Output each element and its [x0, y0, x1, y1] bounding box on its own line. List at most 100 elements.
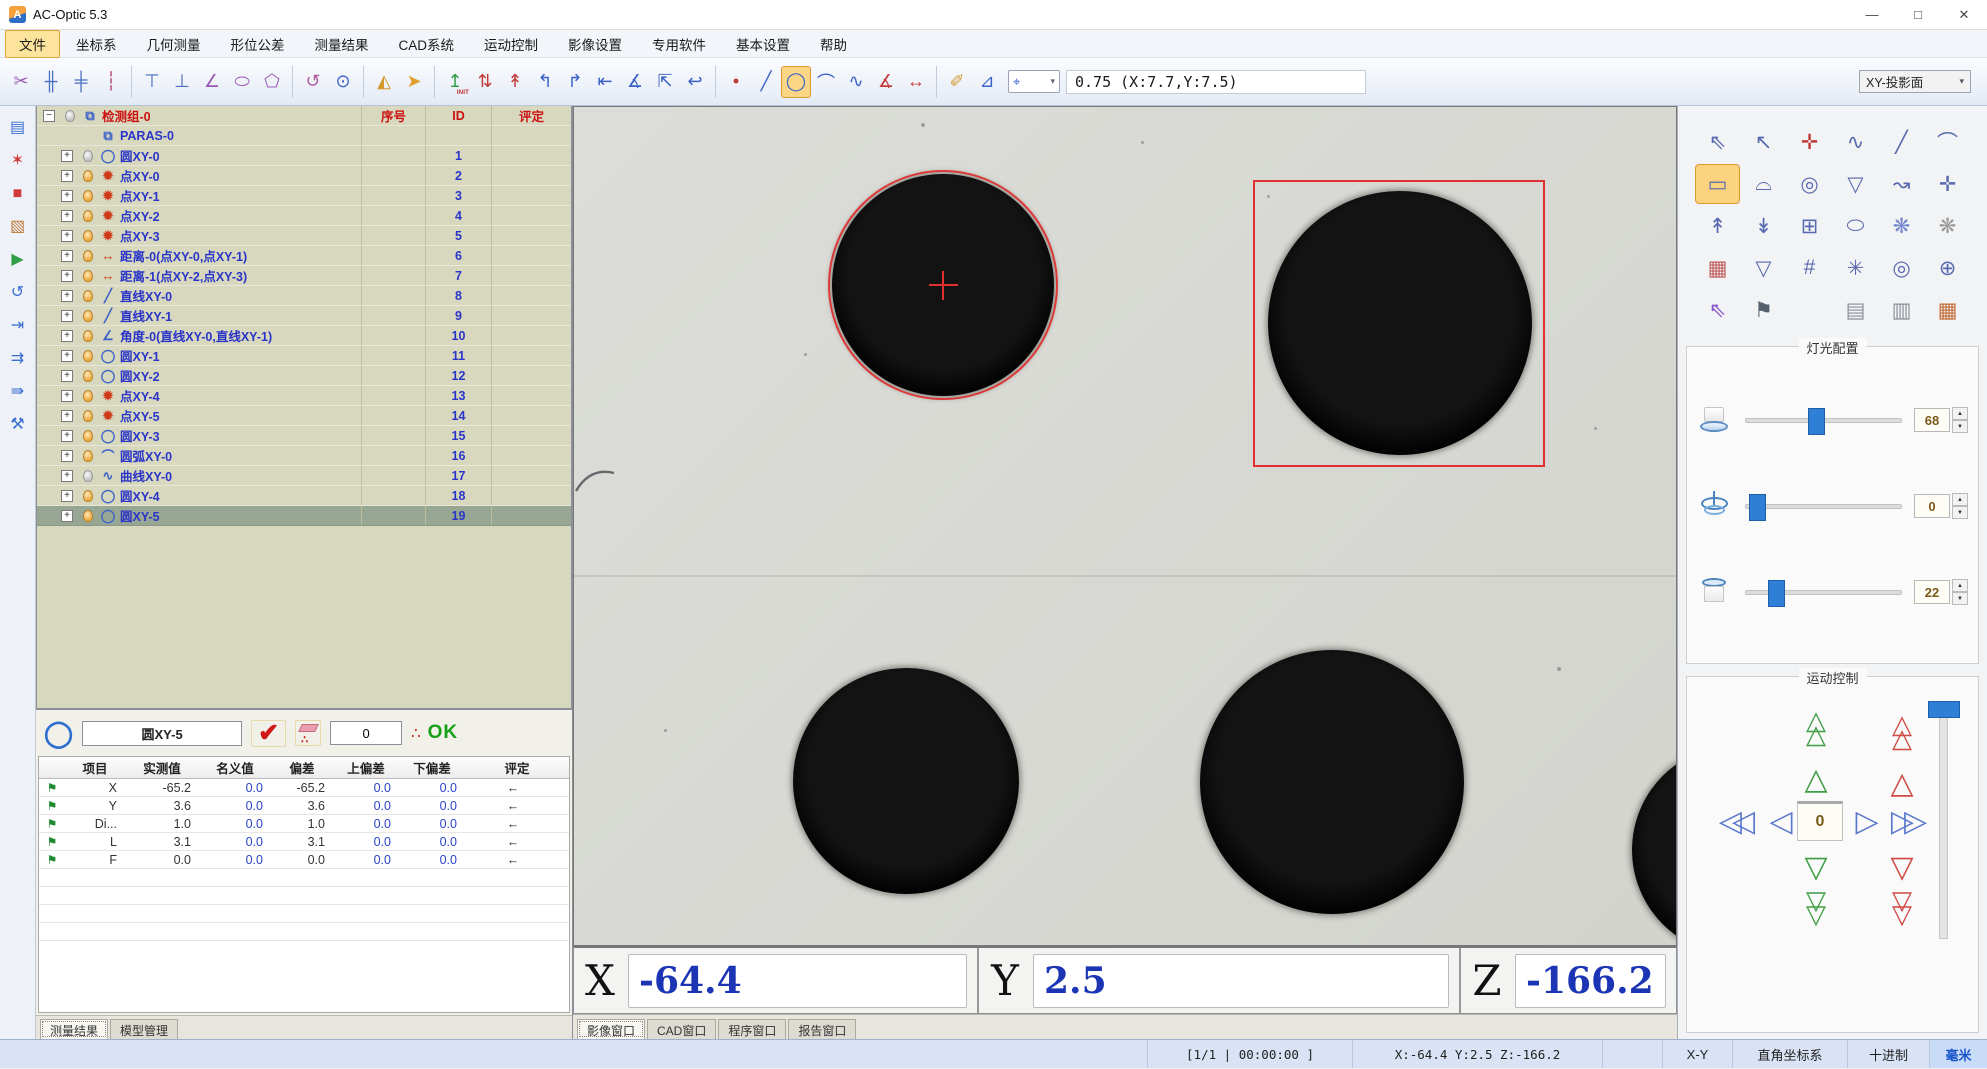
menu-item-2[interactable]: 几何测量 [133, 30, 215, 58]
coaxial-light-value[interactable]: 22 [1914, 580, 1950, 604]
jog-x-right-button[interactable]: ▷ [1849, 807, 1885, 837]
curve-point-icon[interactable]: ∿ [1833, 122, 1878, 162]
visibility-bulb-icon[interactable] [83, 410, 93, 422]
coaxial-light-slider[interactable] [1745, 590, 1902, 595]
roi-rect-icon[interactable]: ▭ [1695, 164, 1740, 204]
tab-2-程序窗口[interactable]: 程序窗口 [718, 1019, 786, 1039]
return-move-icon[interactable]: ↩ [680, 66, 710, 98]
expand-icon[interactable]: + [61, 270, 73, 282]
ellipse-axes-icon[interactable]: ⬭ [1833, 206, 1878, 246]
tree-row-直线XY-1[interactable]: + ╱ 直线XY-1 9 [37, 306, 571, 326]
visibility-bulb-icon[interactable] [83, 330, 93, 342]
construct-polygon-icon[interactable]: ⬠ [257, 66, 287, 98]
grid-hash-icon[interactable]: # [1787, 248, 1832, 288]
menu-item-0[interactable]: 文件 [5, 30, 60, 58]
jog-z-down-button[interactable]: ▽ [1879, 853, 1925, 883]
level-icon[interactable]: ◭ [369, 66, 399, 98]
close-button[interactable]: ✕ [1941, 0, 1987, 29]
target-icon[interactable]: ✶ [11, 153, 24, 169]
tree-row-点XY-0[interactable]: + ✹ 点XY-0 2 [37, 166, 571, 186]
tree-row-圆XY-2[interactable]: + ◯ 圆XY-2 12 [37, 366, 571, 386]
tree-row-距离-1(点XY-2,点XY-3)[interactable]: + ↔ 距离-1(点XY-2,点XY-3) 7 [37, 266, 571, 286]
ok-button[interactable]: OK [428, 722, 459, 744]
expand-icon[interactable]: + [61, 330, 73, 342]
cone2-icon[interactable]: ▽ [1741, 248, 1786, 288]
palette-icon[interactable]: ▧ [10, 219, 25, 235]
circle-tool-icon[interactable]: ◯ [781, 66, 811, 98]
projection-select[interactable]: XY-投影面 ▾ [1859, 70, 1971, 93]
visibility-bulb-icon[interactable] [83, 510, 93, 522]
tree-row-圆XY-1[interactable]: + ◯ 圆XY-1 11 [37, 346, 571, 366]
dashed-axis-icon[interactable]: ┆ [96, 66, 126, 98]
cluster-grey-icon[interactable]: ❋ [1925, 206, 1970, 246]
result-table-row[interactable]: ⚑ Y 3.6 0.0 3.6 0.0 0.0 ← [39, 797, 569, 815]
minimize-button[interactable]: — [1849, 0, 1895, 29]
circle-target-icon[interactable]: ◎ [1787, 164, 1832, 204]
jog-y-up-fast-button[interactable]: △△ [1793, 713, 1839, 742]
expand-icon[interactable]: + [61, 470, 73, 482]
tree-row-圆XY-4[interactable]: + ◯ 圆XY-4 18 [37, 486, 571, 506]
tree-row-圆XY-0[interactable]: + ◯ 圆XY-0 1 [37, 146, 571, 166]
jog-z-up-button[interactable]: △ [1879, 769, 1925, 799]
distance-tool-icon[interactable]: ↔ [901, 66, 931, 98]
step-out-icon[interactable]: ⇛ [11, 384, 24, 400]
tree-row-距离-0(点XY-0,点XY-1)[interactable]: + ↔ 距离-0(点XY-0,点XY-1) 6 [37, 246, 571, 266]
plane-3d-icon[interactable]: ⊿ [972, 66, 1002, 98]
lens-combo[interactable]: ⌖ ▾ [1008, 70, 1060, 93]
visibility-bulb-icon[interactable] [83, 170, 93, 182]
tree-row-点XY-3[interactable]: + ✹ 点XY-3 5 [37, 226, 571, 246]
construct-ellipse-icon[interactable]: ⬭ [227, 66, 257, 98]
speed-slider-track[interactable] [1939, 707, 1948, 939]
expand-icon[interactable]: + [61, 490, 73, 502]
expand-icon[interactable]: + [61, 350, 73, 362]
report-search-icon[interactable]: ▤ [1833, 290, 1878, 330]
confirm-button[interactable]: ✔ [251, 720, 286, 747]
tree-row-圆XY-5[interactable]: + ◯ 圆XY-5 19 [37, 506, 571, 526]
expand-icon[interactable]: + [61, 450, 73, 462]
arc-tool-icon[interactable]: ⌒ [811, 66, 841, 98]
expand-icon[interactable]: + [61, 290, 73, 302]
tab-1-模型管理[interactable]: 模型管理 [110, 1019, 178, 1039]
visibility-bulb-icon[interactable] [83, 150, 93, 162]
expand-icon[interactable]: + [61, 190, 73, 202]
tree-row-角度-0(直线XY-0,直线XY-1)[interactable]: + ∠ 角度-0(直线XY-0,直线XY-1) 10 [37, 326, 571, 346]
arc-sweep-icon[interactable]: ⌓ [1741, 164, 1786, 204]
line-tool-icon[interactable]: ╱ [751, 66, 781, 98]
goto-z-icon[interactable]: ⇅ [470, 66, 500, 98]
line-point-icon[interactable]: ╱ [1879, 122, 1924, 162]
tree-row-点XY-4[interactable]: + ✹ 点XY-4 13 [37, 386, 571, 406]
cross-move-icon[interactable]: ✛ [1925, 164, 1970, 204]
report-ruler-icon[interactable]: ▥ [1879, 290, 1924, 330]
maximize-button[interactable]: □ [1895, 0, 1941, 29]
result-table-row[interactable]: ⚑ F 0.0 0.0 0.0 0.0 0.0 ← [39, 851, 569, 869]
curve-tool-icon[interactable]: ∿ [841, 66, 871, 98]
snap-point-icon[interactable]: ✛ [1787, 122, 1832, 162]
circle-plus-icon[interactable]: ⊕ [1925, 248, 1970, 288]
menu-item-4[interactable]: 测量结果 [301, 30, 383, 58]
jog-x-left-button[interactable]: ◁ [1763, 807, 1799, 837]
cone-down-icon[interactable]: ▽ [1833, 164, 1878, 204]
goto-up-icon[interactable]: ↟ [500, 66, 530, 98]
goto-angle-icon[interactable]: ∡ [620, 66, 650, 98]
arc-point-icon[interactable]: ⌒ [1925, 122, 1970, 162]
construct-drop-icon[interactable]: ⊥ [167, 66, 197, 98]
jog-y-down-button[interactable]: ▽ [1793, 853, 1839, 883]
tree-row-曲线XY-0[interactable]: + ∿ 曲线XY-0 17 [37, 466, 571, 486]
menu-item-5[interactable]: CAD系统 [385, 30, 469, 58]
jog-z-up-fast-button[interactable]: △△ [1879, 717, 1925, 746]
expand-icon[interactable]: + [61, 410, 73, 422]
marker-pen-icon[interactable]: ✐ [942, 66, 972, 98]
tree-row-直线XY-0[interactable]: + ╱ 直线XY-0 8 [37, 286, 571, 306]
jog-x-right-fast-button[interactable]: ▷▷ [1883, 807, 1935, 837]
visibility-bulb-icon[interactable] [83, 450, 93, 462]
ring-light-slider[interactable] [1745, 504, 1902, 509]
sample-points-icon[interactable]: ∴ [411, 724, 419, 742]
expand-icon[interactable]: + [61, 510, 73, 522]
init-icon[interactable]: ↥INIT [440, 66, 470, 98]
angle-tool-icon[interactable]: ∡ [871, 66, 901, 98]
menu-item-1[interactable]: 坐标系 [62, 30, 131, 58]
menu-item-3[interactable]: 形位公差 [217, 30, 299, 58]
crop-measure-icon[interactable]: ✂ [6, 66, 36, 98]
feature-name-input[interactable] [82, 721, 242, 746]
result-table-row[interactable]: ⚑ X -65.2 0.0 -65.2 0.0 0.0 ← [39, 779, 569, 797]
